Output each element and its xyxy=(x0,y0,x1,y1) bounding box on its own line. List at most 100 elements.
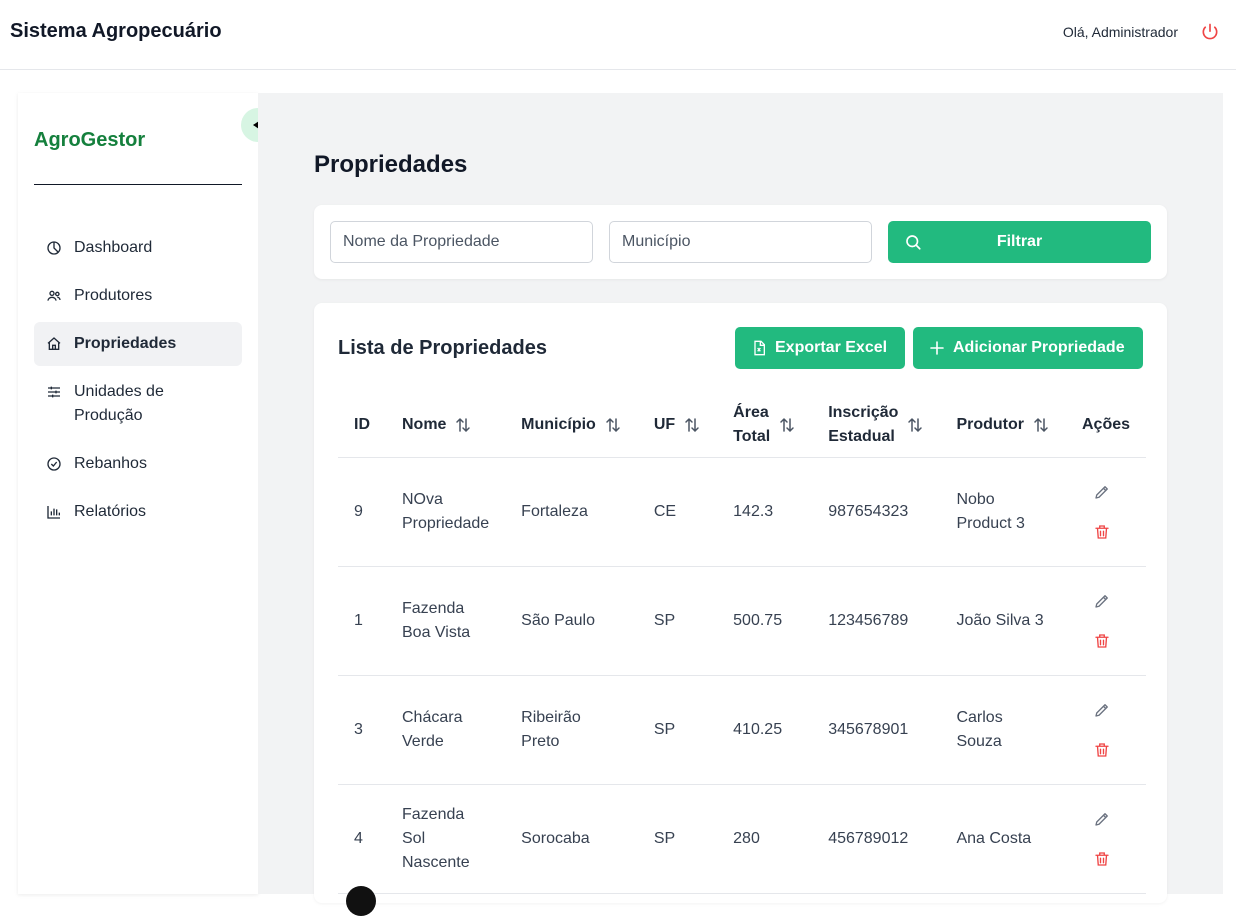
cell-uf: SP xyxy=(637,784,718,894)
list-title: Lista de Propriedades xyxy=(338,337,547,359)
cell-id: 9 xyxy=(338,457,386,567)
cell-inscricao: 456789012 xyxy=(812,784,941,894)
sort-icon[interactable] xyxy=(604,416,622,434)
delete-trash-icon[interactable] xyxy=(1093,741,1111,759)
property-list-card: Lista de Propriedades Exportar Excel Adi… xyxy=(314,303,1167,903)
cell-municipio: Fortaleza xyxy=(505,457,638,567)
cell-inscricao: 345678901 xyxy=(812,675,941,785)
cell-produtor: Carlos Souza xyxy=(940,675,1066,785)
sidebar-item-label: Relatórios xyxy=(74,503,147,520)
export-excel-label: Exportar Excel xyxy=(775,339,888,356)
sidebar-item-label: Dashboard xyxy=(74,239,153,256)
main-content: Propriedades Filtrar Lista de Propriedad… xyxy=(258,93,1223,903)
column-header-id: ID xyxy=(338,393,386,458)
add-property-button[interactable]: Adicionar Propriedade xyxy=(913,327,1143,369)
filter-button[interactable]: Filtrar xyxy=(888,221,1151,263)
top-bar: Sistema Agropecuário Olá, Administrador xyxy=(0,0,1236,70)
cell-actions xyxy=(1066,784,1147,894)
check-circle-icon xyxy=(47,457,61,471)
export-excel-button[interactable]: Exportar Excel xyxy=(735,327,905,369)
cell-municipio: Ribeirão Preto xyxy=(505,675,638,785)
edit-pencil-icon[interactable] xyxy=(1093,810,1111,828)
cell-actions xyxy=(1066,566,1147,676)
cell-nome: NOva Propriedade xyxy=(386,457,506,567)
add-property-label: Adicionar Propriedade xyxy=(953,339,1125,356)
sidebar-item-label: Unidades de Produção xyxy=(74,383,164,424)
delete-trash-icon[interactable] xyxy=(1093,632,1111,650)
property-name-input[interactable] xyxy=(330,221,593,263)
column-header-inscricao[interactable]: Inscrição Estadual xyxy=(812,393,941,458)
cell-produtor: João Silva 3 xyxy=(940,566,1066,676)
property-table: ID Nome Município UF Área Total Inscriçã… xyxy=(338,393,1147,894)
sidebar-item-relatorios[interactable]: Relatórios xyxy=(34,490,242,534)
filter-card: Filtrar xyxy=(314,205,1167,279)
sidebar-item-propriedades[interactable]: Propriedades xyxy=(34,322,242,366)
cell-uf: SP xyxy=(637,566,718,676)
cell-area: 410.25 xyxy=(717,675,813,785)
search-icon xyxy=(906,235,921,250)
cell-area: 500.75 xyxy=(717,566,813,676)
users-icon xyxy=(47,290,61,301)
delete-trash-icon[interactable] xyxy=(1093,850,1111,868)
edit-pencil-icon[interactable] xyxy=(1093,483,1111,501)
cell-produtor: Ana Costa xyxy=(940,784,1066,894)
cell-nome: Fazenda Sol Nascente xyxy=(386,784,506,894)
plus-icon xyxy=(930,341,944,355)
municipio-input[interactable] xyxy=(609,221,872,263)
table-row: 9 NOva Propriedade Fortaleza CE 142.3 98… xyxy=(338,457,1147,567)
sidebar-item-rebanhos[interactable]: Rebanhos xyxy=(34,442,242,486)
sort-icon[interactable] xyxy=(1032,416,1050,434)
user-greeting: Olá, Administrador xyxy=(1062,24,1178,40)
dashboard-icon xyxy=(47,241,61,255)
sort-icon[interactable] xyxy=(683,416,701,434)
cell-uf: SP xyxy=(637,675,718,785)
column-header-uf[interactable]: UF xyxy=(637,393,718,458)
sidebar-item-produtores[interactable]: Produtores xyxy=(34,274,242,318)
cell-nome: Fazenda Boa Vista xyxy=(386,566,506,676)
cell-area: 142.3 xyxy=(717,457,813,567)
cell-id: 1 xyxy=(338,566,386,676)
edit-pencil-icon[interactable] xyxy=(1093,701,1111,719)
sliders-icon xyxy=(48,386,60,398)
filter-button-label: Filtrar xyxy=(996,233,1043,250)
cell-inscricao: 987654323 xyxy=(812,457,941,567)
sidebar-item-unidades[interactable]: Unidades de Produção xyxy=(34,370,242,438)
app-title: Sistema Agropecuário xyxy=(10,20,222,42)
cell-nome: Chácara Verde xyxy=(386,675,506,785)
sidebar-item-label: Propriedades xyxy=(74,335,177,352)
column-header-area[interactable]: Área Total xyxy=(717,393,813,458)
cell-actions xyxy=(1066,457,1147,567)
brand-divider xyxy=(34,184,242,185)
edit-pencil-icon[interactable] xyxy=(1093,592,1111,610)
sort-icon[interactable] xyxy=(454,416,472,434)
column-header-acoes: Ações xyxy=(1066,393,1147,458)
cell-id: 4 xyxy=(338,784,386,894)
floating-scroll-indicator[interactable] xyxy=(346,886,376,916)
page-title: Propriedades xyxy=(314,151,468,178)
cell-municipio: São Paulo xyxy=(505,566,638,676)
column-header-municipio[interactable]: Município xyxy=(505,393,638,458)
table-row: 4 Fazenda Sol Nascente Sorocaba SP 280 4… xyxy=(338,784,1147,894)
table-row: 3 Chácara Verde Ribeirão Preto SP 410.25… xyxy=(338,675,1147,785)
column-header-produtor[interactable]: Produtor xyxy=(940,393,1066,458)
cell-actions xyxy=(1066,675,1147,785)
sidebar-item-label: Produtores xyxy=(74,287,153,304)
bar-chart-icon xyxy=(47,506,60,519)
delete-trash-icon[interactable] xyxy=(1093,523,1111,541)
table-header-row: ID Nome Município UF Área Total Inscriçã… xyxy=(338,393,1147,458)
power-icon[interactable] xyxy=(1200,22,1220,42)
cell-id: 3 xyxy=(338,675,386,785)
sort-icon[interactable] xyxy=(906,416,924,434)
sort-icon[interactable] xyxy=(778,416,796,434)
cell-produtor: Nobo Product 3 xyxy=(940,457,1066,567)
column-header-nome[interactable]: Nome xyxy=(386,393,506,458)
sidebar-item-label: Rebanhos xyxy=(74,455,147,472)
cell-area: 280 xyxy=(717,784,813,894)
table-row: 1 Fazenda Boa Vista São Paulo SP 500.75 … xyxy=(338,566,1147,676)
sidebar-nav: Dashboard Produtores Propriedades Unidad… xyxy=(34,226,242,538)
brand-logo: AgroGestor xyxy=(34,129,146,151)
cell-uf: CE xyxy=(637,457,718,567)
cell-inscricao: 123456789 xyxy=(812,566,941,676)
home-icon xyxy=(47,337,61,350)
sidebar-item-dashboard[interactable]: Dashboard xyxy=(34,226,242,270)
